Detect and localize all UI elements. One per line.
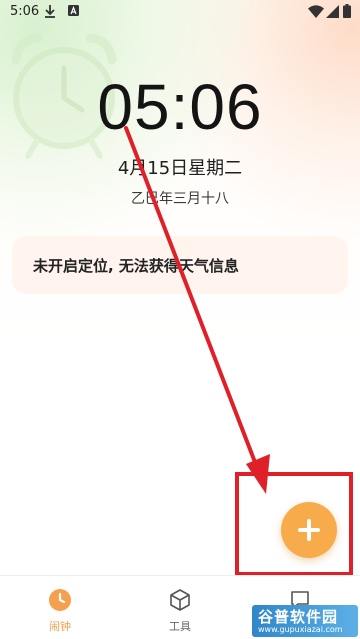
battery-icon: [343, 4, 351, 18]
watermark-title: 谷普软件园: [258, 608, 339, 626]
nav-item-alarm[interactable]: 闹钟: [0, 576, 120, 639]
a-icon: [68, 5, 79, 16]
weather-message: 未开启定位, 无法获得天气信息: [33, 257, 239, 275]
lunar-date-label: 乙巳年三月十八: [131, 191, 229, 207]
nav-label-tools: 工具: [169, 620, 191, 633]
status-bar: 5:06: [0, 0, 360, 24]
date-label: 4月15日星期二: [117, 158, 243, 179]
site-watermark: 谷普软件园 www.gupuxiazai.com: [252, 605, 358, 637]
weather-card[interactable]: 未开启定位, 无法获得天气信息: [12, 236, 348, 294]
watermark-url: www.gupuxiazai.com: [258, 625, 343, 634]
download-icon: [45, 5, 55, 18]
wifi-icon: [308, 5, 324, 18]
add-alarm-button[interactable]: [281, 502, 337, 558]
box-icon: [170, 589, 190, 611]
plus-icon: [298, 519, 320, 541]
status-time: 5:06: [10, 4, 40, 19]
clock-time: 05:06: [97, 71, 263, 143]
signal-icon: [326, 5, 339, 18]
nav-label-alarm: 闹钟: [49, 620, 71, 633]
annotation-arrow-head: [246, 454, 270, 494]
nav-item-tools[interactable]: 工具: [120, 576, 240, 639]
clock-icon: [49, 589, 71, 611]
